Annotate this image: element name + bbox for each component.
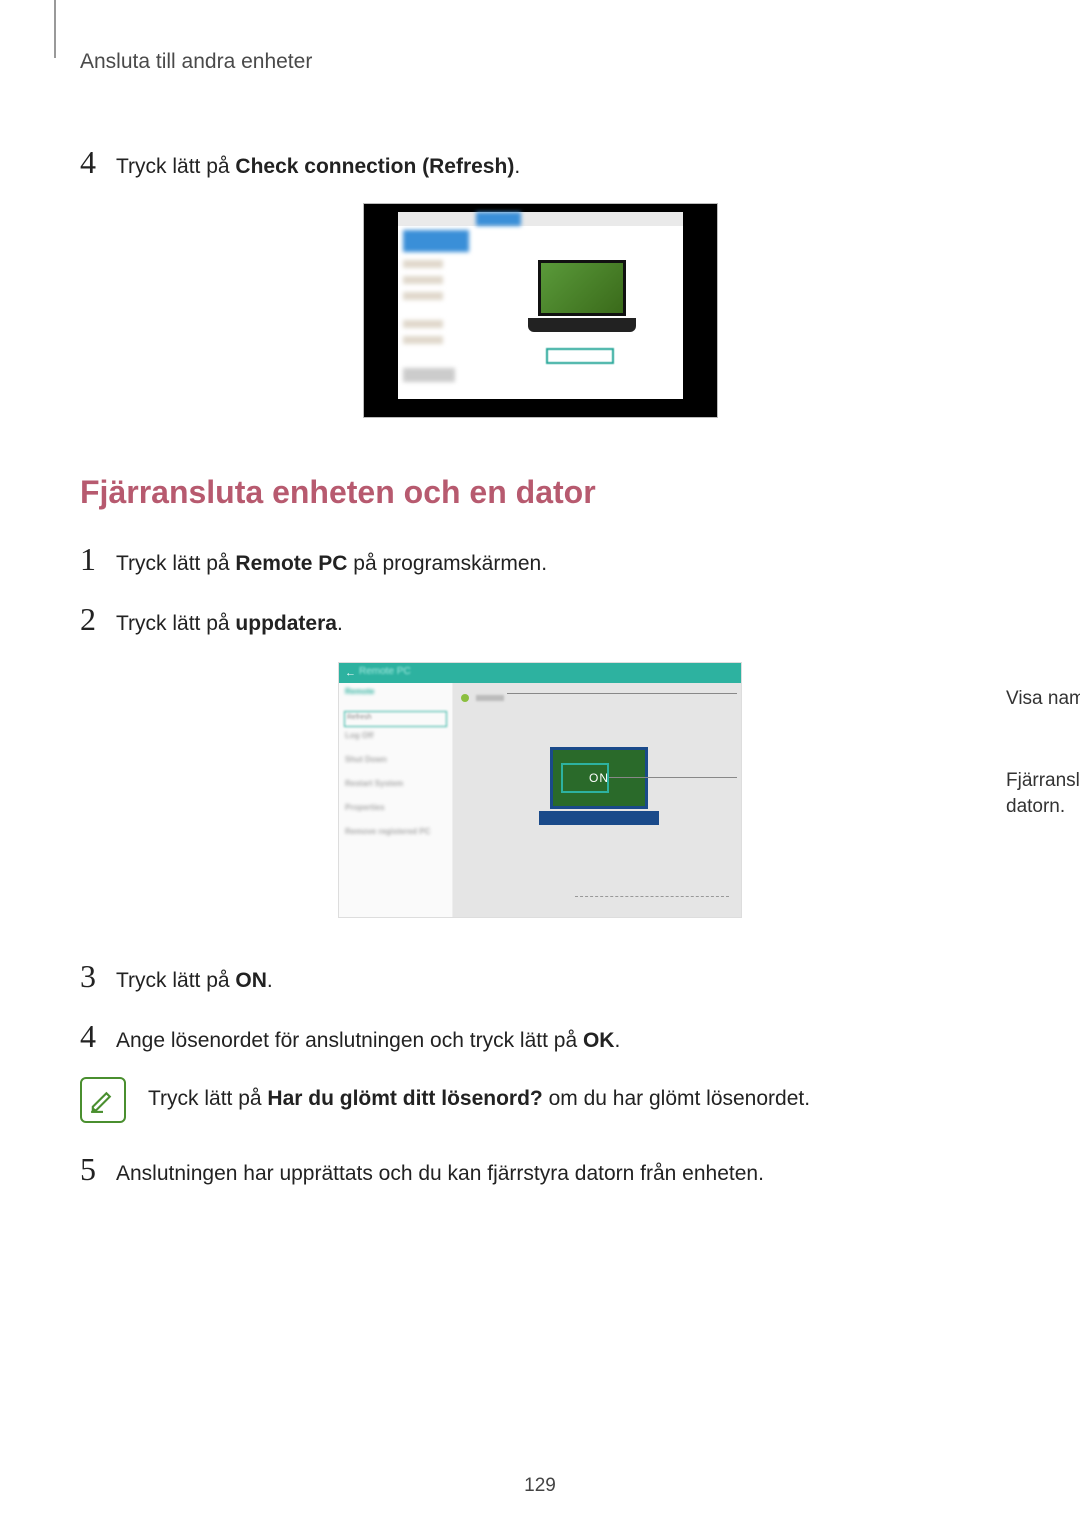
- step-bold: Remote PC: [235, 552, 347, 575]
- step-suffix: .: [514, 155, 520, 178]
- figure-1-button-highlight: [546, 348, 614, 364]
- callout-connect: Fjärranslut enheten och datorn.: [1006, 768, 1080, 819]
- step-text: Tryck lätt på uppdatera.: [116, 609, 343, 638]
- callout-line-connect: [609, 777, 737, 778]
- figure-2-rightpane: ON: [453, 683, 741, 917]
- figure-1-side-item: [403, 320, 443, 328]
- figure-2-on-highlight: [561, 763, 609, 793]
- step-prefix: Tryck lätt på: [116, 969, 235, 992]
- sidebar-item: Remote: [345, 687, 446, 707]
- step-suffix: .: [337, 612, 343, 635]
- figure-2-namebar: [461, 689, 506, 699]
- step-prefix: Tryck lätt på: [116, 552, 235, 575]
- step-text: Anslutningen har upprättats och du kan f…: [116, 1159, 764, 1188]
- callout-line-name: [507, 693, 737, 694]
- figure-1-screen: [398, 212, 683, 399]
- figure-2-pc-name: [476, 695, 504, 701]
- step-number: 4: [80, 144, 116, 181]
- note-suffix: om du har glömt lösenordet.: [543, 1087, 810, 1110]
- sidebar-item: Remove registered PC: [345, 827, 446, 847]
- figure-1-tabbar: [398, 212, 683, 226]
- figure-2-topbar: ← Remote PC: [339, 663, 741, 683]
- step-prefix: Ange lösenordet för anslutningen och try…: [116, 1029, 583, 1052]
- figure-1: [363, 203, 718, 418]
- page-content: Ansluta till andra enheter 4 Tryck lätt …: [0, 0, 1080, 1250]
- step-prefix: Tryck lätt på: [116, 155, 235, 178]
- figure-1-side-item: [403, 292, 443, 300]
- step-number: 4: [80, 1018, 116, 1055]
- step-number: 3: [80, 958, 116, 995]
- note-icon: [80, 1077, 126, 1123]
- step-bold: ON: [235, 969, 267, 992]
- figure-2-dashline: [575, 896, 729, 897]
- step-3: 3 Tryck lätt på ON.: [80, 958, 1000, 995]
- back-arrow-icon: ←: [345, 667, 356, 679]
- step-text: Ange lösenordet för anslutningen och try…: [116, 1026, 620, 1055]
- figure-1-laptop-icon: [528, 260, 636, 338]
- step-bold: OK: [583, 1029, 615, 1052]
- figure-2: ← Remote PC Remote Refresh Log Off Shut …: [338, 662, 742, 918]
- sidebar-item: Log Off: [345, 731, 446, 751]
- step-suffix: på programskärmen.: [347, 552, 547, 575]
- figure-2-sidebar: Remote Refresh Log Off Shut Down Restart…: [339, 683, 453, 917]
- page-number: 129: [0, 1475, 1080, 1497]
- step-bold: uppdatera: [235, 612, 337, 635]
- figure-1-bluebar: [403, 230, 469, 252]
- step-suffix: .: [614, 1029, 620, 1052]
- step-text: Tryck lätt på Remote PC på programskärme…: [116, 549, 547, 578]
- figure-2-wrap: ← Remote PC Remote Refresh Log Off Shut …: [80, 662, 1000, 918]
- step-bold: Check connection (Refresh): [235, 155, 514, 178]
- figure-1-side-item: [403, 260, 443, 268]
- note-row: Tryck lätt på Har du glömt ditt lösenord…: [80, 1077, 1000, 1123]
- sidebar-item: Properties: [345, 803, 446, 823]
- figure-2-title: Remote PC: [359, 666, 411, 677]
- note-prefix: Tryck lätt på: [148, 1087, 267, 1110]
- step-5: 5 Anslutningen har upprättats och du kan…: [80, 1151, 1000, 1188]
- step-number: 1: [80, 541, 116, 578]
- step-text: Tryck lätt på Check connection (Refresh)…: [116, 152, 520, 181]
- figure-1-side-item: [403, 368, 455, 382]
- sidebar-item: Restart System: [345, 779, 446, 799]
- step-4: 4 Ange lösenordet för anslutningen och t…: [80, 1018, 1000, 1055]
- step-1: 1 Tryck lätt på Remote PC på programskär…: [80, 541, 1000, 578]
- figure-1-side-item: [403, 276, 443, 284]
- step-4-top: 4 Tryck lätt på Check connection (Refres…: [80, 144, 1000, 181]
- step-number: 5: [80, 1151, 116, 1188]
- step-prefix: Anslutningen har upprättats och du kan f…: [116, 1162, 764, 1185]
- sidebar-item-selected: Refresh: [344, 711, 447, 727]
- callout-name: Visa namnet på datorn.: [1006, 686, 1080, 712]
- note-bold: Har du glömt ditt lösenord?: [267, 1087, 542, 1110]
- step-number: 2: [80, 601, 116, 638]
- sidebar-item: Shut Down: [345, 755, 446, 775]
- status-dot-icon: [461, 694, 469, 702]
- step-text: Tryck lätt på ON.: [116, 966, 273, 995]
- section-title: Fjärransluta enheten och en dator: [80, 474, 1000, 511]
- page-header: Ansluta till andra enheter: [80, 50, 1000, 74]
- step-suffix: .: [267, 969, 273, 992]
- step-prefix: Tryck lätt på: [116, 612, 235, 635]
- step-2: 2 Tryck lätt på uppdatera.: [80, 601, 1000, 638]
- pencil-note-icon: [86, 1083, 120, 1117]
- figure-1-wrap: [80, 203, 1000, 418]
- note-text: Tryck lätt på Har du glömt ditt lösenord…: [148, 1077, 810, 1111]
- figure-1-side-item: [403, 336, 443, 344]
- figure-1-tab: [476, 212, 521, 226]
